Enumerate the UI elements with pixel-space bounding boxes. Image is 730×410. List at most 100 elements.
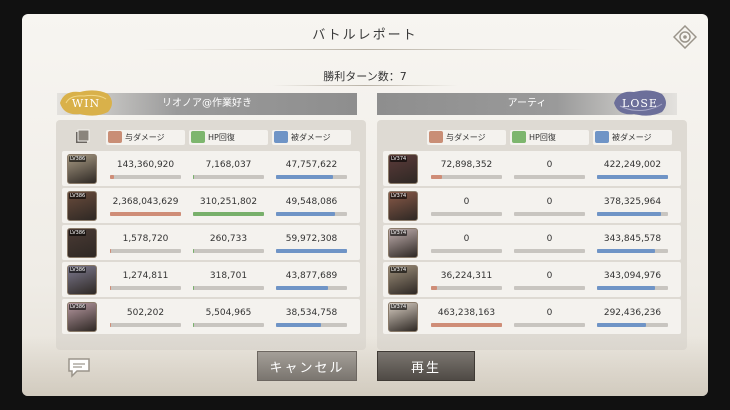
battle-report-window: バトルレポート 勝利ターン数：7 リオノア@作業好き アーティ WIN LOSE bbox=[22, 14, 708, 396]
level-label: LV374 bbox=[390, 303, 408, 310]
level-label: LV386 bbox=[69, 155, 87, 162]
heal-bar bbox=[514, 174, 585, 179]
left-filter-slot[interactable] bbox=[62, 129, 102, 145]
lose-badge-label: LOSE bbox=[622, 96, 658, 110]
damage-bar bbox=[110, 248, 181, 253]
right-header-taken: 被ダメージ bbox=[593, 129, 672, 145]
damage-bar bbox=[110, 211, 181, 216]
heal-value: 260,733 bbox=[209, 233, 248, 244]
heal-bar bbox=[193, 322, 264, 327]
heal-bar-fill bbox=[193, 285, 194, 290]
taken-cell: 343,094,976 bbox=[593, 270, 672, 290]
taken-bar-fill bbox=[276, 211, 335, 216]
taken-cell: 292,436,236 bbox=[593, 307, 672, 327]
character-portrait[interactable]: LV374 bbox=[388, 153, 418, 184]
heal-bar bbox=[514, 211, 585, 216]
taken-value: 59,972,308 bbox=[285, 233, 338, 244]
left-header-taken: 被ダメージ bbox=[272, 129, 351, 145]
heal-value: 0 bbox=[546, 196, 553, 207]
damage-bar-fill bbox=[431, 322, 502, 327]
taken-value: 47,757,622 bbox=[285, 159, 338, 170]
taken-cell: 422,249,002 bbox=[593, 159, 672, 179]
taken-bar bbox=[276, 322, 347, 327]
right-header-damage: 与ダメージ bbox=[427, 129, 506, 145]
damage-cell: 502,202 bbox=[106, 307, 185, 327]
taken-value: 378,325,964 bbox=[603, 196, 662, 207]
damage-cell: 0 bbox=[427, 196, 506, 216]
character-portrait[interactable]: LV374 bbox=[388, 190, 418, 221]
damage-value: 2,368,043,629 bbox=[112, 196, 179, 207]
table-row: LV386 1,578,720 260,733 59,972,308 bbox=[62, 225, 360, 260]
heal-bar bbox=[193, 174, 264, 179]
character-portrait[interactable]: LV386 bbox=[67, 264, 97, 295]
character-portrait[interactable]: LV386 bbox=[67, 301, 97, 332]
table-row: LV374 0 0 378,325,964 bbox=[383, 188, 681, 223]
shield-icon bbox=[274, 131, 288, 143]
character-portrait[interactable]: LV386 bbox=[67, 227, 97, 258]
damage-bar bbox=[110, 285, 181, 290]
level-label: LV386 bbox=[69, 266, 87, 273]
heart-icon bbox=[191, 131, 205, 143]
heal-value: 0 bbox=[546, 233, 553, 244]
character-portrait[interactable]: LV374 bbox=[388, 301, 418, 332]
damage-value: 1,578,720 bbox=[122, 233, 169, 244]
table-row: LV386 502,202 5,504,965 38,534,758 bbox=[62, 299, 360, 334]
damage-cell: 0 bbox=[427, 233, 506, 253]
heal-bar-fill bbox=[193, 211, 264, 216]
heal-cell: 260,733 bbox=[189, 233, 268, 253]
heal-bar bbox=[514, 322, 585, 327]
heal-cell: 0 bbox=[510, 307, 589, 327]
right-header-heal-label: HP回復 bbox=[529, 132, 556, 142]
heal-value: 0 bbox=[546, 270, 553, 281]
damage-value: 36,224,311 bbox=[440, 270, 493, 281]
heal-value: 0 bbox=[546, 307, 553, 318]
damage-bar-fill bbox=[110, 174, 115, 179]
taken-value: 292,436,236 bbox=[603, 307, 662, 318]
heal-value: 310,251,802 bbox=[199, 196, 258, 207]
damage-bar-fill bbox=[110, 211, 181, 216]
level-label: LV386 bbox=[69, 229, 87, 236]
character-portrait[interactable]: LV374 bbox=[388, 227, 418, 258]
right-header-row: 与ダメージ HP回復 被ダメージ bbox=[383, 126, 681, 148]
win-badge-label: WIN bbox=[71, 96, 101, 110]
damage-bar bbox=[431, 174, 502, 179]
heal-bar bbox=[193, 285, 264, 290]
lose-badge: LOSE bbox=[610, 86, 670, 120]
table-row: LV386 143,360,920 7,168,037 47,757,622 bbox=[62, 151, 360, 186]
left-header-heal-label: HP回復 bbox=[208, 132, 235, 142]
taken-value: 49,548,086 bbox=[285, 196, 338, 207]
gear-icon bbox=[673, 25, 697, 49]
left-header-heal: HP回復 bbox=[189, 129, 268, 145]
character-portrait[interactable]: LV386 bbox=[67, 190, 97, 221]
taken-bar bbox=[597, 211, 668, 216]
sword-icon bbox=[429, 131, 443, 143]
taken-cell: 47,757,622 bbox=[272, 159, 351, 179]
table-row: LV386 1,274,811 318,701 43,877,689 bbox=[62, 262, 360, 297]
heal-bar bbox=[193, 248, 264, 253]
taken-bar bbox=[597, 174, 668, 179]
taken-bar bbox=[276, 174, 347, 179]
character-portrait[interactable]: LV374 bbox=[388, 264, 418, 295]
chat-button[interactable] bbox=[66, 356, 92, 382]
taken-bar bbox=[276, 211, 347, 216]
taken-bar bbox=[597, 322, 668, 327]
play-button[interactable]: 再生 bbox=[377, 351, 475, 381]
victory-turn-count: 勝利ターン数：7 bbox=[323, 70, 407, 83]
taken-bar-fill bbox=[276, 285, 328, 290]
cancel-button[interactable]: キャンセル bbox=[257, 351, 357, 381]
taken-bar bbox=[597, 285, 668, 290]
damage-bar-fill bbox=[110, 285, 111, 290]
right-header-taken-label: 被ダメージ bbox=[612, 132, 652, 142]
left-header-damage: 与ダメージ bbox=[106, 129, 185, 145]
character-portrait[interactable]: LV386 bbox=[67, 153, 97, 184]
taken-bar-fill bbox=[597, 322, 646, 327]
heal-cell: 0 bbox=[510, 159, 589, 179]
level-label: LV374 bbox=[390, 155, 408, 162]
settings-button[interactable] bbox=[672, 24, 698, 50]
damage-cell: 2,368,043,629 bbox=[106, 196, 185, 216]
damage-value: 1,274,811 bbox=[122, 270, 169, 281]
taken-bar bbox=[276, 285, 347, 290]
taken-value: 38,534,758 bbox=[285, 307, 338, 318]
title-divider bbox=[142, 49, 588, 50]
damage-bar bbox=[110, 174, 181, 179]
